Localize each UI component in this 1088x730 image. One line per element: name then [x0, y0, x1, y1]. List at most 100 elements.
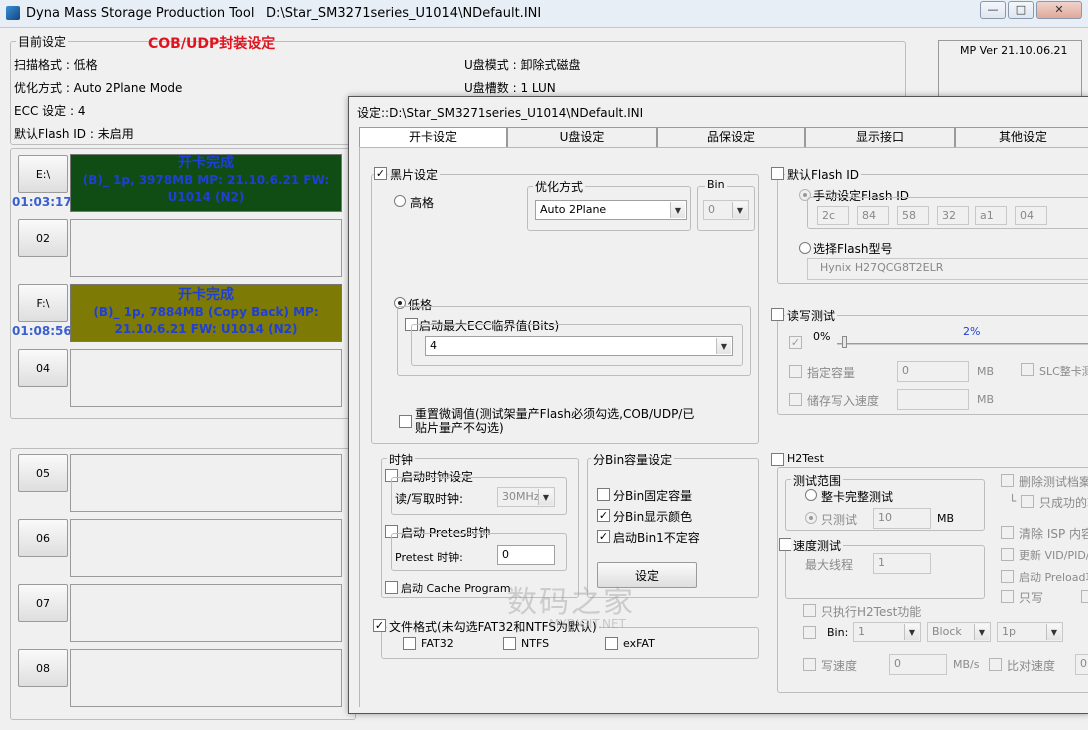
bin-fixed-checkbox[interactable] — [597, 488, 610, 501]
bin-color-checkbox[interactable]: ✓ — [597, 509, 610, 522]
pretest-clock-input[interactable]: 0 — [497, 545, 555, 565]
preload-checkbox[interactable] — [1001, 570, 1014, 583]
store-speed-checkbox[interactable] — [789, 393, 802, 406]
port-button-8[interactable]: 08 — [18, 649, 68, 687]
maximize-button[interactable]: □ — [1008, 1, 1034, 19]
compare-speed-checkbox[interactable] — [989, 658, 1002, 671]
capacity-checkbox[interactable] — [789, 365, 802, 378]
chevron-down-icon: ▼ — [670, 202, 685, 218]
port-button-7[interactable]: 07 — [18, 584, 68, 622]
udisk-mode: U盘模式 : 卸除式磁盘 — [464, 58, 581, 72]
flash-model-select[interactable]: Hynix H27QCG8T2ELR — [807, 258, 1088, 280]
tab-udisk[interactable]: U盘设定 — [507, 127, 657, 148]
rw-test-checkbox[interactable] — [771, 308, 784, 321]
ntfs-label: NTFS — [521, 637, 550, 650]
bin-value: 0 — [708, 203, 715, 216]
settings-dialog: 设定::D:\Star_SM3271series_U1014\NDefault.… — [348, 96, 1088, 714]
select-flash-radio[interactable] — [799, 242, 811, 254]
flash-id-byte-1[interactable]: 2c — [817, 206, 849, 225]
bin1-variable-checkbox[interactable]: ✓ — [597, 530, 610, 543]
port-button-1[interactable]: E:\ — [18, 155, 68, 193]
delete-test-checkbox[interactable] — [1001, 474, 1014, 487]
port-button-3[interactable]: F:\ — [18, 284, 68, 322]
chevron-down-icon: ▼ — [716, 338, 731, 354]
optimize-value: Auto 2Plane — [540, 203, 607, 216]
minimize-button[interactable]: — — [980, 1, 1006, 19]
port-button-4[interactable]: 04 — [18, 349, 68, 387]
close-button[interactable]: ✕ — [1036, 1, 1082, 19]
extra-checkbox[interactable] — [1081, 590, 1088, 603]
reset-tune-checkbox[interactable] — [399, 415, 412, 428]
port-status-1: 开卡完成 (B)_ 1p, 3978MB MP: 21.10.6.21 FW: … — [70, 154, 342, 212]
readonly-checkbox[interactable] — [1001, 590, 1014, 603]
partial-test-radio[interactable] — [805, 512, 817, 524]
bin-label: Bin — [705, 178, 727, 191]
rw-clock-select[interactable]: 30MHz ▼ — [497, 487, 555, 507]
max-threads-input[interactable]: 1 — [873, 553, 931, 574]
write-speed-checkbox[interactable] — [803, 658, 816, 671]
port-status-5 — [70, 454, 342, 512]
port-button-2[interactable]: 02 — [18, 219, 68, 257]
compare-speed-input[interactable]: 0 — [1075, 654, 1088, 675]
optimize-label: 优化方式 — [533, 178, 586, 195]
capacity-input[interactable]: 0 — [897, 361, 969, 382]
flash-id-byte-4[interactable]: 32 — [937, 206, 969, 225]
only-h2test-checkbox[interactable] — [803, 604, 816, 617]
only-success-checkbox[interactable] — [1021, 495, 1034, 508]
black-settings-checkbox[interactable]: ✓ — [374, 167, 387, 180]
h2test-checkbox[interactable] — [771, 453, 784, 466]
chevron-down-icon: ▼ — [974, 624, 989, 640]
max-threads-label: 最大线程 — [805, 558, 854, 572]
store-speed-unit: MB — [977, 393, 995, 406]
bin-filter-checkbox[interactable] — [803, 626, 816, 639]
chevron-down-icon: ▼ — [732, 202, 747, 218]
tab-qa[interactable]: 品保设定 — [657, 127, 805, 148]
dialog-title: 设定::D:\Star_SM3271series_U1014\NDefault.… — [357, 106, 644, 120]
app-icon — [6, 6, 20, 20]
high-format-radio[interactable] — [394, 195, 406, 207]
file-format-checkbox[interactable]: ✓ — [373, 619, 386, 632]
full-test-radio[interactable] — [805, 489, 817, 501]
update-vid-checkbox[interactable] — [1001, 548, 1014, 561]
port-button-5[interactable]: 05 — [18, 454, 68, 492]
black-settings-label: 黑片设定 — [388, 166, 441, 183]
bin-fixed-label: 分Bin固定容量 — [613, 489, 693, 503]
progress-thumb[interactable] — [842, 336, 848, 348]
store-speed-input[interactable] — [897, 389, 969, 410]
tab-other[interactable]: 其他设定 — [955, 127, 1088, 148]
fat32-checkbox[interactable] — [403, 637, 416, 650]
flash-id-byte-3[interactable]: 58 — [897, 206, 929, 225]
bin-filter-select[interactable]: 1 ▼ — [853, 622, 921, 642]
watermark-text: 数码之家 — [507, 585, 635, 620]
bin-select[interactable]: 0 ▼ — [703, 200, 749, 220]
exfat-checkbox[interactable] — [605, 637, 618, 650]
partial-test-input[interactable]: 10 — [873, 508, 931, 529]
flash-id-byte-2[interactable]: 84 — [857, 206, 889, 225]
rw-progress-checkbox[interactable]: ✓ — [789, 336, 802, 349]
port-time-3: 01:08:56 — [12, 324, 72, 338]
port-status-3: 开卡完成 (B)_ 1p, 7884MB (Copy Back) MP: 21.… — [70, 284, 342, 342]
default-flash-id-label: 默认Flash ID — [785, 166, 862, 183]
clear-isp-checkbox[interactable] — [1001, 526, 1014, 539]
progress-track[interactable] — [837, 343, 1088, 345]
window-title: Dyna Mass Storage Production Tool — [26, 6, 255, 21]
only-h2test-label: 只执行H2Test功能 — [821, 605, 922, 619]
default-flash-id-checkbox[interactable] — [771, 167, 784, 180]
tab-display[interactable]: 显示接口 — [805, 127, 955, 148]
flash-id-byte-5[interactable]: a1 — [975, 206, 1007, 225]
optimize-select[interactable]: Auto 2Plane ▼ — [535, 200, 687, 220]
port-button-6[interactable]: 06 — [18, 519, 68, 557]
write-speed-input[interactable]: 0 — [889, 654, 947, 675]
plane-select[interactable]: 1p ▼ — [997, 622, 1063, 642]
store-speed-label: 储存写入速度 — [807, 394, 880, 408]
tab-card-open[interactable]: 开卡设定 — [359, 127, 507, 148]
update-vid-label: 更新 VID/PID/P — [1019, 549, 1088, 562]
block-select[interactable]: Block ▼ — [927, 622, 991, 642]
flash-model-value: Hynix H27QCG8T2ELR — [820, 261, 944, 274]
ntfs-checkbox[interactable] — [503, 637, 516, 650]
slc-full-checkbox[interactable] — [1021, 363, 1034, 376]
flash-id-byte-6[interactable]: 04 — [1015, 206, 1047, 225]
speed-test-label: 速度测试 — [791, 537, 844, 554]
cache-program-checkbox[interactable] — [385, 581, 398, 594]
ecc-select[interactable]: 4 ▼ — [425, 336, 733, 356]
